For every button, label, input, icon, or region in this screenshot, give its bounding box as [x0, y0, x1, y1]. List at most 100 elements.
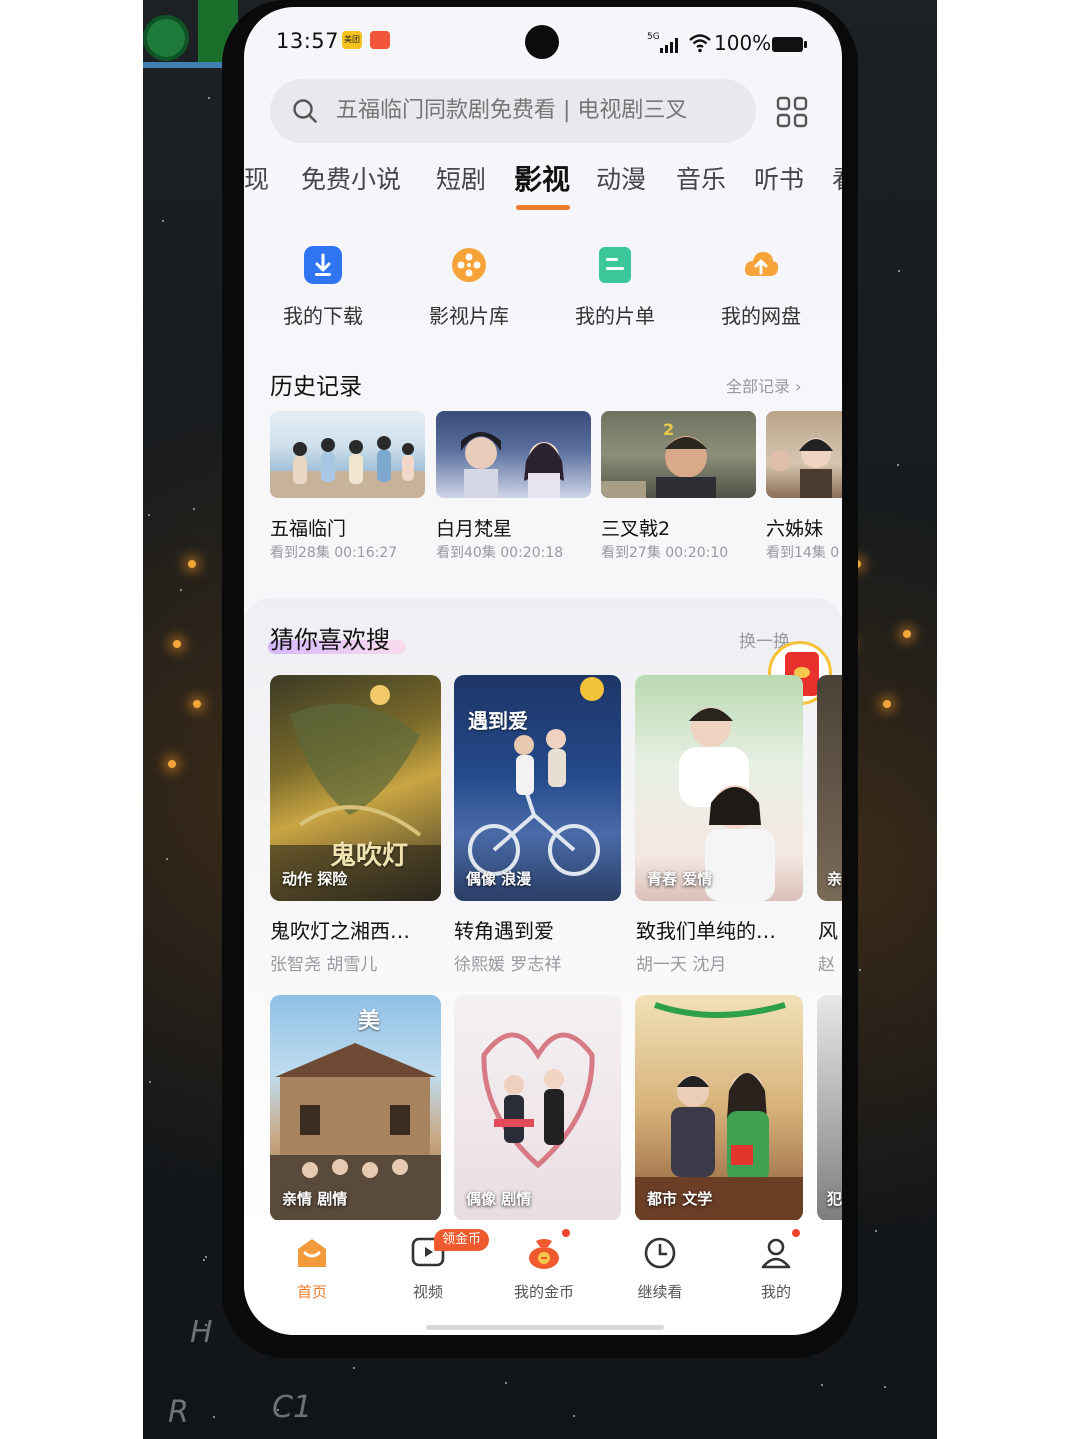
film-reel-icon: [452, 248, 486, 282]
history-all-link[interactable]: 全部记录 ›: [726, 373, 802, 397]
poster-card[interactable]: 偶像 剧情: [454, 995, 621, 1221]
poster-card[interactable]: 美 亲情 剧情: [270, 995, 441, 1221]
nav-label: 视频: [412, 1283, 443, 1301]
apps-grid-icon[interactable]: [776, 96, 808, 128]
photo-stage: R H C1 13:57 美团 5G 100% 五福临门同款剧免费看 | 电视剧…: [0, 0, 1080, 1439]
wifi-icon: [689, 34, 711, 53]
tab-free-novels[interactable]: 免费小说: [301, 157, 401, 203]
poster-card[interactable]: 亲: [817, 675, 842, 901]
background-speck: [859, 969, 861, 971]
history-title: 历史记录: [270, 374, 362, 400]
status-time: 13:57: [276, 29, 340, 53]
poster-title-text: 鬼吹灯: [330, 841, 409, 871]
recommend-item-cast: 胡一天 沈月: [636, 955, 727, 975]
background-speck: [573, 1415, 575, 1417]
background-speck: [166, 858, 168, 860]
background-speck: [897, 464, 899, 466]
tab-music[interactable]: 音乐: [676, 157, 726, 203]
green-sticker-icon: [143, 15, 189, 61]
shortcut-label: 我的网盘: [721, 304, 801, 328]
history-item[interactable]: 白月梵星 看到40集 00:20:18: [436, 411, 591, 567]
history-thumbnail: 2: [601, 411, 756, 498]
history-thumbnail: [766, 411, 842, 498]
history-item-title: 白月梵星: [436, 518, 513, 540]
history-item-progress: 看到14集 0: [766, 545, 840, 561]
tab-more[interactable]: 看: [832, 157, 842, 203]
coin-pot-icon: [529, 1239, 559, 1269]
history-item-title: 三叉戟2: [601, 518, 671, 540]
poster-card[interactable]: 鬼吹灯 动作 探险: [270, 675, 441, 901]
history-item[interactable]: 2 三叉戟2 看到27集 00:20:10: [601, 411, 756, 567]
network-type: 5G: [647, 32, 660, 42]
earn-coins-badge: 领金币: [434, 1229, 490, 1251]
status-bar: 13:57 美团 5G 100%: [244, 7, 842, 77]
cloud-upload-icon: [744, 252, 779, 276]
poster-card[interactable]: 青春 爱情: [635, 675, 803, 901]
shortcut-label: 我的下载: [283, 304, 363, 328]
background-speck: [148, 514, 150, 516]
profile-icon: [761, 1238, 791, 1269]
keycap-c: C1: [272, 1390, 313, 1425]
svg-text:2: 2: [663, 420, 674, 439]
background-speck: [208, 97, 210, 99]
history-item-progress: 看到40集 00:20:18: [436, 545, 564, 561]
background-speck: [821, 1384, 823, 1386]
shortcut-my-downloads[interactable]: 我的下载: [263, 240, 383, 340]
background-light: [173, 640, 181, 648]
history-item-progress: 看到28集 00:16:27: [270, 545, 398, 561]
history-item[interactable]: 五福临门 看到28集 00:16:27: [270, 411, 425, 567]
nav-continue-watching[interactable]: 继续看: [602, 1229, 718, 1309]
phone-screen: 13:57 美团 5G 100% 五福临门同款剧免费看 | 电视剧三叉 现 免费…: [244, 7, 842, 1335]
shortcut-label: 我的片单: [575, 304, 655, 328]
nav-label: 首页: [296, 1283, 327, 1301]
tab-discover[interactable]: 现: [244, 157, 269, 203]
shortcut-my-cloud-drive[interactable]: 我的网盘: [701, 240, 821, 340]
tab-anime[interactable]: 动漫: [596, 157, 646, 203]
poster-genre-tags: 青春 爱情: [647, 870, 713, 888]
shortcut-film-library[interactable]: 影视片库: [409, 240, 529, 340]
front-camera: [525, 25, 559, 59]
nav-home[interactable]: 首页: [254, 1229, 370, 1309]
home-indicator: [426, 1325, 664, 1330]
search-icon: [293, 99, 317, 123]
recommend-item-cast: 赵: [818, 955, 835, 975]
background-speck: [203, 1259, 205, 1261]
shortcut-my-playlist[interactable]: 我的片单: [555, 240, 675, 340]
background-speck: [149, 1081, 151, 1083]
history-item-progress: 看到27集 00:20:10: [601, 545, 729, 561]
background-light: [903, 630, 911, 638]
search-bar[interactable]: [270, 79, 756, 143]
signal-icon: [660, 37, 682, 53]
recommend-item-title: 鬼吹灯之湘西…: [270, 919, 410, 943]
recommend-item-cast: 徐熙媛 罗志祥: [454, 955, 562, 975]
poster-genre-tags: 亲: [827, 870, 842, 888]
poster-card[interactable]: 犯: [817, 995, 842, 1221]
nav-label: 继续看: [637, 1283, 683, 1301]
history-thumbnail: [270, 411, 425, 498]
background-light: [188, 560, 196, 568]
poster-genre-tags: 偶像 剧情: [466, 1190, 532, 1208]
tab-audiobooks[interactable]: 听书: [754, 157, 804, 203]
background-light: [193, 700, 201, 708]
poster-card[interactable]: 都市 文学: [635, 995, 803, 1221]
history-thumbnail: [436, 411, 591, 498]
background-speck: [898, 270, 900, 272]
home-icon: [298, 1239, 326, 1267]
tab-short-drama[interactable]: 短剧: [436, 157, 486, 203]
background-speck: [213, 1416, 215, 1418]
search-input[interactable]: [336, 79, 746, 143]
clock-icon: [644, 1237, 676, 1269]
history-item[interactable]: 六姊妹 看到14集 0: [766, 411, 842, 567]
recommend-item-title: 风: [818, 919, 838, 943]
background-speck: [505, 1382, 507, 1384]
background-speck: [162, 220, 164, 222]
recommend-item-cast: 张智尧 胡雪儿: [270, 955, 378, 975]
keycap-h: H: [190, 1315, 213, 1350]
nav-profile[interactable]: 我的: [718, 1229, 834, 1309]
tab-movies-tv[interactable]: 影视: [514, 157, 570, 203]
poster-genre-tags: 都市 文学: [647, 1190, 713, 1208]
blue-strip: [143, 62, 233, 68]
keycap-r: R: [168, 1395, 189, 1430]
poster-card[interactable]: 遇到爱 偶像 浪漫: [454, 675, 621, 901]
nav-my-coins[interactable]: 我的金币: [486, 1229, 602, 1309]
